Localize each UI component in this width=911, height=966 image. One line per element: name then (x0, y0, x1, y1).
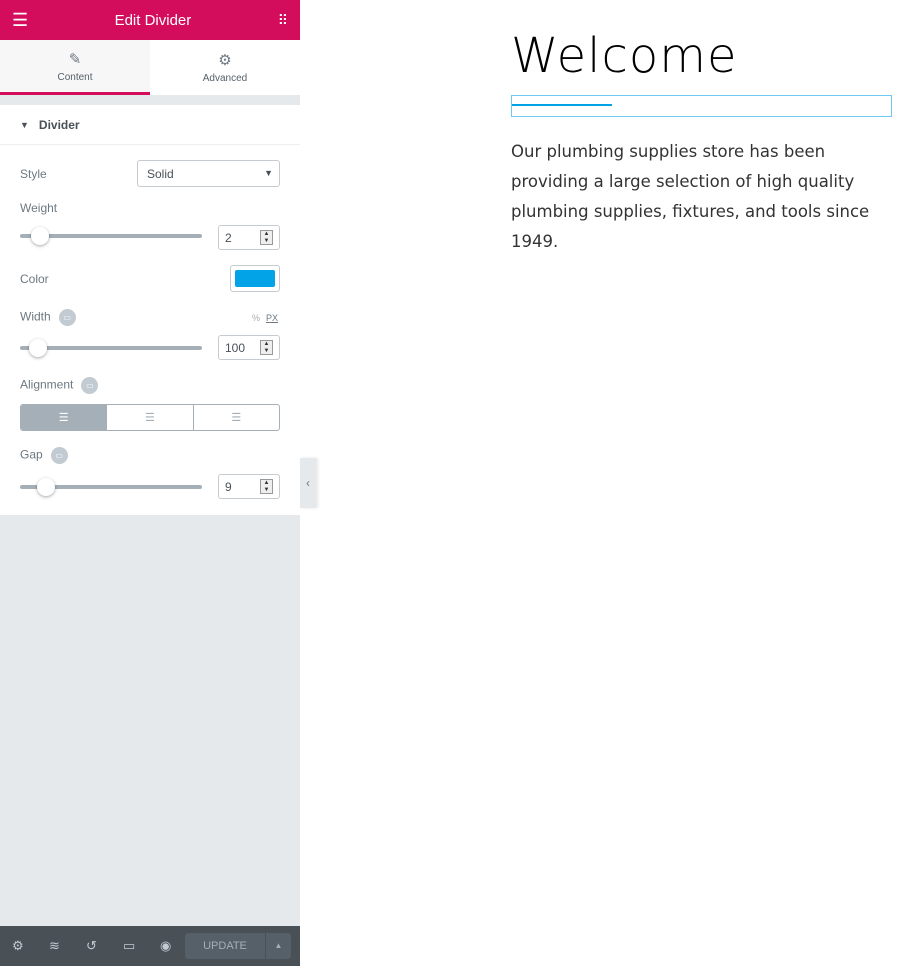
panel-title: Edit Divider (114, 11, 192, 29)
gap-value: 9 (225, 480, 232, 494)
width-label: Width ▭ (20, 309, 76, 326)
update-button[interactable]: UPDATE (185, 933, 265, 959)
unit-percent[interactable]: % (252, 313, 260, 323)
desktop-responsive-icon[interactable]: ▭ (50, 447, 68, 464)
section-title: Divider (38, 117, 80, 132)
weight-label: Weight (20, 201, 58, 215)
color-picker[interactable] (230, 265, 280, 292)
width-slider-handle[interactable] (29, 339, 47, 357)
divider-line (512, 104, 612, 106)
section-divider-toggle[interactable]: ▼ Divider (0, 105, 300, 145)
responsive-desktop-icon[interactable]: ▭ (123, 938, 160, 954)
editor-panel: ☰ Edit Divider ⠿ ✎ Content ⚙ Advanced ▼ Div… (0, 0, 300, 966)
style-label: Style (20, 167, 47, 181)
collapse-panel-chevron-icon[interactable]: ‹ (300, 458, 316, 508)
panel-footer: ⚙ ≋ ↺ ▭ ◉ UPDATE ▲ (0, 926, 300, 966)
weight-input[interactable]: 2 ▲ ▼ (218, 225, 280, 250)
width-value: 100 (225, 341, 246, 355)
width-label-text: Width (20, 309, 51, 324)
gear-icon: ⚙ (218, 52, 232, 69)
hamburger-menu-icon[interactable]: ☰ (12, 10, 28, 31)
tab-label: Content (57, 71, 93, 83)
style-value: Solid (147, 167, 174, 181)
spinner-icon[interactable]: ▲ ▼ (260, 479, 273, 494)
settings-gear-icon[interactable]: ⚙ (12, 938, 49, 954)
color-swatch (235, 270, 275, 287)
intro-paragraph[interactable]: Our plumbing supplies store has been pro… (511, 137, 881, 257)
history-icon[interactable]: ↺ (86, 938, 123, 954)
gap-slider-handle[interactable] (37, 478, 55, 496)
weight-value: 2 (225, 231, 232, 245)
unit-switcher: % PX (252, 313, 278, 323)
gap-label-text: Gap (20, 447, 43, 462)
caret-down-icon: ▼ (264, 168, 273, 178)
style-select[interactable]: Solid ▼ (137, 160, 280, 187)
navigator-layers-icon[interactable]: ≋ (49, 938, 86, 954)
align-right-button[interactable]: ☰ (192, 405, 279, 430)
alignment-label: Alignment ▭ (20, 377, 99, 394)
align-left-button[interactable]: ☰ (21, 405, 107, 430)
caret-down-icon: ▼ (20, 119, 29, 130)
divider-strip (0, 95, 300, 105)
weight-slider[interactable] (20, 227, 202, 245)
color-label: Color (20, 272, 49, 286)
gap-slider[interactable] (20, 478, 202, 496)
desktop-responsive-icon[interactable]: ▭ (81, 377, 99, 394)
welcome-heading[interactable]: Welcome (511, 28, 738, 84)
spinner-icon[interactable]: ▲ ▼ (260, 230, 273, 245)
align-center-button[interactable]: ☰ (106, 405, 192, 430)
alignment-choices: ☰ ☰ ☰ (20, 404, 280, 431)
panel-header: ☰ Edit Divider ⠿ (0, 0, 300, 40)
update-options-caret-icon[interactable]: ▲ (266, 933, 291, 959)
width-input[interactable]: 100 ▲ ▼ (218, 335, 280, 360)
spinner-icon[interactable]: ▲ ▼ (260, 340, 273, 355)
unit-px[interactable]: PX (266, 313, 278, 323)
divider-widget[interactable] (511, 95, 892, 117)
tab-label: Advanced (202, 73, 248, 84)
width-slider[interactable] (20, 339, 202, 357)
widgets-grid-icon[interactable]: ⠿ (278, 12, 288, 29)
gap-input[interactable]: 9 ▲ ▼ (218, 474, 280, 499)
tab-advanced[interactable]: ⚙ Advanced (150, 40, 300, 95)
tab-content[interactable]: ✎ Content (0, 40, 150, 95)
pencil-icon: ✎ (68, 50, 82, 68)
gap-label: Gap ▭ (20, 447, 68, 464)
desktop-responsive-icon[interactable]: ▭ (58, 309, 76, 326)
alignment-label-text: Alignment (20, 377, 74, 392)
weight-slider-handle[interactable] (31, 227, 49, 245)
